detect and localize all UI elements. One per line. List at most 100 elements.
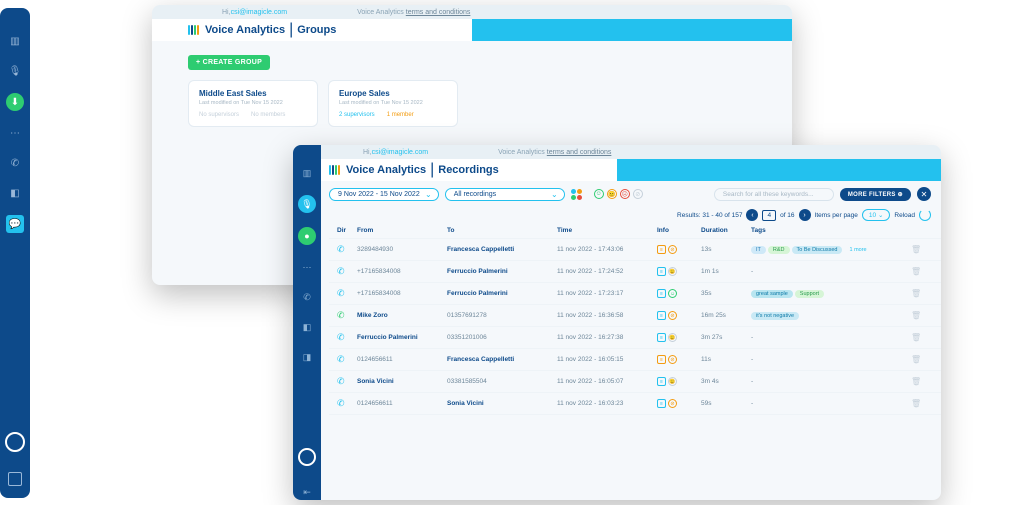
group-name: Middle East Sales [199, 89, 307, 98]
duration-cell: 13s [701, 246, 751, 253]
delete-icon[interactable]: 🗑 [911, 333, 931, 342]
table-row[interactable]: ✆ +17165834008 Ferruccio Palmerini 11 no… [329, 261, 941, 283]
cloud-download-icon[interactable]: ⬇ [6, 93, 24, 111]
duration-cell: 1m 1s [701, 268, 751, 275]
chat-icon[interactable]: 💬 [6, 215, 24, 233]
current-page: 4 [762, 210, 776, 221]
sentiment-filter[interactable]: ☺ 😐 ☹ ⊘ [594, 189, 643, 199]
app-title: Voice Analytics [205, 24, 285, 36]
tag[interactable]: IT [751, 246, 766, 254]
tags-cell: it's not negative [751, 312, 911, 320]
logo-icon [329, 165, 340, 175]
table-row[interactable]: ✆ 0124656611 Sonia Vicini 11 nov 2022 - … [329, 393, 941, 415]
direction-icon: ✆ [337, 398, 357, 409]
info-cell: ≡😐 [657, 267, 701, 276]
chart-icon[interactable]: ▥ [7, 33, 23, 49]
campaign-icon[interactable]: ✆ [299, 289, 315, 305]
table-row[interactable]: ✆ 3289484930 Francesca Cappelletti 11 no… [329, 239, 941, 261]
mic-icon[interactable]: 🎙 [298, 195, 316, 213]
table-row[interactable]: ✆ Sonia Vicini 03381585504 11 nov 2022 -… [329, 371, 941, 393]
tags-cell: ITR&DTo Be Discussed1 more [751, 246, 911, 254]
close-filters-button[interactable]: ✕ [917, 187, 931, 201]
from-cell: +17165834008 [357, 268, 447, 275]
delete-icon[interactable]: 🗑 [911, 245, 931, 254]
sentiment-all-icon[interactable] [571, 189, 585, 200]
tag[interactable]: R&D [768, 246, 790, 254]
more-icon[interactable]: ⋯ [299, 259, 315, 275]
pagination: Results: 31 - 40 of 157 ‹ 4 of 16 › Item… [329, 209, 931, 221]
group-modified: Last modified on Tue Nov 15 2022 [199, 100, 307, 106]
user-icon[interactable]: ◧ [7, 185, 23, 201]
reload-icon[interactable] [919, 209, 931, 221]
to-cell: 01357691278 [447, 312, 557, 319]
mic-icon[interactable]: 🎙 [7, 63, 23, 79]
time-cell: 11 nov 2022 - 16:05:15 [557, 356, 657, 363]
groups-icon[interactable]: ◨ [299, 349, 315, 365]
table-row[interactable]: ✆ 0124656611 Francesca Cappelletti 11 no… [329, 349, 941, 371]
record-icon[interactable]: ● [298, 227, 316, 245]
group-card[interactable]: Europe SalesLast modified on Tue Nov 15 … [328, 80, 458, 127]
delete-icon[interactable]: 🗑 [911, 311, 931, 320]
avatar[interactable] [298, 448, 316, 466]
date-range-select[interactable]: 9 Nov 2022 - 15 Nov 2022 [329, 188, 439, 201]
prev-page-button[interactable]: ‹ [746, 209, 758, 221]
from-cell: 0124656611 [357, 400, 447, 407]
search-input[interactable]: Search for all these keywords... [714, 188, 834, 201]
tc-bar: Hi, csi@imagicle.com Voice Analytics ter… [152, 5, 792, 19]
delete-icon[interactable]: 🗑 [911, 289, 931, 298]
header: Voice Analytics | Groups [152, 19, 792, 41]
group-card[interactable]: Middle East Sales Last modified on Tue No… [188, 80, 318, 127]
recordings-filter-select[interactable]: All recordings [445, 188, 565, 201]
tag[interactable]: To Be Discussed [792, 246, 843, 254]
direction-icon: ✆ [337, 354, 357, 365]
to-cell: 03351201006 [447, 334, 557, 341]
terms-link[interactable]: terms and conditions [406, 9, 471, 16]
time-cell: 11 nov 2022 - 16:36:58 [557, 312, 657, 319]
avatar[interactable] [5, 432, 25, 452]
info-cell: ≡⊘ [657, 399, 701, 408]
delete-icon[interactable]: 🗑 [911, 399, 931, 408]
to-cell: Francesca Cappelletti [447, 246, 557, 253]
members-count: 1 member [387, 112, 414, 118]
next-page-button[interactable]: › [799, 209, 811, 221]
results-text: Results: 31 - 40 of 157 [677, 212, 742, 219]
recordings-window: ▥ 🎙 ● ⋯ ✆ ◧ ◨ ⇤ Hi, csi@imagicle.com Voi… [293, 145, 941, 500]
time-cell: 11 nov 2022 - 16:05:07 [557, 378, 657, 385]
more-icon[interactable]: ⋯ [7, 125, 23, 141]
more-filters-button[interactable]: MORE FILTERS ⊕ [840, 188, 911, 201]
table-row[interactable]: ✆ Mike Zoro 01357691278 11 nov 2022 - 16… [329, 305, 941, 327]
exit-icon[interactable] [8, 472, 22, 486]
terms-link[interactable]: terms and conditions [547, 149, 612, 156]
direction-icon: ✆ [337, 244, 357, 255]
to-cell: Francesca Cappelletti [447, 356, 557, 363]
tag[interactable]: 1 more [844, 246, 871, 254]
tag[interactable]: Support [795, 290, 824, 298]
group-modified: Last modified on Tue Nov 15 2022 [339, 100, 447, 106]
delete-icon[interactable]: 🗑 [911, 377, 931, 386]
tags-cell: - [751, 356, 911, 363]
recordings-sidebar: ▥ 🎙 ● ⋯ ✆ ◧ ◨ ⇤ [293, 145, 321, 500]
to-cell: Sonia Vicini [447, 400, 557, 407]
tag[interactable]: great sample [751, 290, 793, 298]
tags-cell: - [751, 400, 911, 407]
supervisors-count: No supervisors [199, 112, 239, 118]
direction-icon: ✆ [337, 288, 357, 299]
campaign-icon[interactable]: ✆ [7, 155, 23, 171]
groups-main: + CREATE GROUP Middle East Sales Last mod… [152, 41, 792, 127]
header: Voice Analytics | Recordings [293, 159, 941, 181]
exit-icon[interactable]: ⇤ [299, 484, 315, 500]
info-cell: ≡⊘ [657, 355, 701, 364]
create-group-button[interactable]: + CREATE GROUP [188, 55, 270, 70]
delete-icon[interactable]: 🗑 [911, 355, 931, 364]
items-per-page-select[interactable]: 10 ⌄ [862, 209, 890, 221]
duration-cell: 11s [701, 356, 751, 363]
page-title: Groups [297, 24, 336, 36]
table-row[interactable]: ✆ +17165834008 Ferruccio Palmerini 11 no… [329, 283, 941, 305]
delete-icon[interactable]: 🗑 [911, 267, 931, 276]
user-icon[interactable]: ◧ [299, 319, 315, 335]
chart-icon[interactable]: ▥ [299, 165, 315, 181]
tag[interactable]: it's not negative [751, 312, 799, 320]
tags-cell: - [751, 334, 911, 341]
table-row[interactable]: ✆ Ferruccio Palmerini 03351201006 11 nov… [329, 327, 941, 349]
from-cell: 3289484930 [357, 246, 447, 253]
